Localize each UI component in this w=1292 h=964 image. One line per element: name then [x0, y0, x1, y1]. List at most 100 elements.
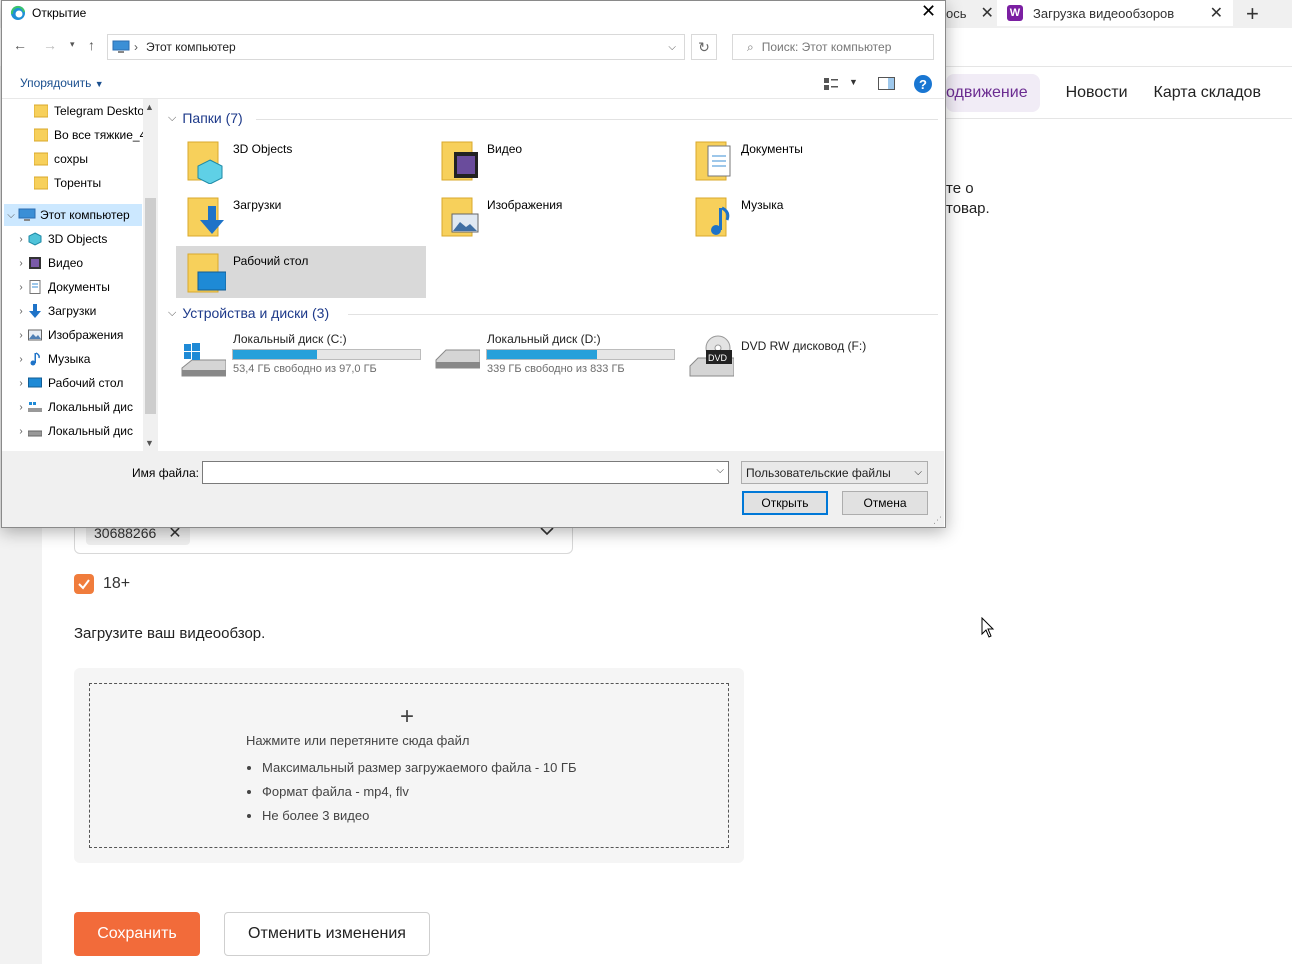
scroll-up-icon[interactable]: ▲ [145, 102, 154, 112]
chevron-down-icon: ⌵ [914, 467, 922, 478]
tree-item-label: Торенты [54, 176, 102, 190]
tree-item-breaking-bad[interactable]: Во все тяжкие_4 [34, 124, 158, 146]
up-arrow-icon[interactable]: ↑ [88, 37, 95, 53]
folder-music[interactable]: Музыка [694, 194, 783, 240]
music-icon [695, 197, 730, 237]
tab-label: ось [946, 5, 967, 21]
tree-item-label: сохры [54, 152, 88, 166]
dvd-drive-item[interactable]: DVD DVD RW дисковод (F:) [688, 332, 928, 380]
collapsed-chevron-icon[interactable]: › [14, 306, 28, 317]
tree-item-downloads[interactable]: › Загрузки [14, 300, 154, 322]
chevron-down-icon: ▼ [94, 79, 104, 89]
folder-desktop[interactable]: Рабочий стол [186, 250, 308, 296]
tree-item-video[interactable]: › Видео [14, 252, 154, 274]
tree-item-label: Локальный дис [48, 400, 133, 414]
group-title: Папки (7) [182, 110, 243, 126]
nav-item-promotion[interactable]: одвижение [946, 74, 1040, 112]
upload-rule: Максимальный размер загружаемого файла -… [262, 760, 577, 784]
folder-icon [34, 176, 48, 190]
address-bar[interactable]: › Этот компьютер ⌵ [107, 34, 685, 60]
dialog-title: Открытие [32, 6, 87, 20]
tree-item-this-pc[interactable]: ⌵ Этот компьютер [4, 204, 142, 226]
filename-dropdown-chevron-icon[interactable]: ⌵ [716, 465, 724, 476]
back-arrow-icon[interactable]: ← [13, 37, 27, 53]
drive-free-space: 53,4 ГБ свободно из 97,0 ГБ [233, 363, 377, 375]
tree-item-telegram[interactable]: Telegram Deskto [34, 100, 158, 122]
collapsed-chevron-icon[interactable]: › [14, 354, 28, 365]
search-input[interactable]: ⌕ Поиск: Этот компьютер [732, 34, 934, 60]
organize-label: Упорядочить [20, 76, 92, 90]
tree-item-torrents[interactable]: Торенты [34, 172, 158, 194]
expanded-chevron-icon[interactable]: ⌵ [4, 210, 18, 221]
open-button[interactable]: Открыть [742, 491, 828, 515]
desktop-icon [28, 377, 42, 388]
collapsed-chevron-icon[interactable]: › [14, 258, 28, 269]
tree-item-pictures[interactable]: › Изображения [14, 324, 154, 346]
cancel-button[interactable]: Отмена [842, 491, 928, 515]
collapsed-chevron-icon[interactable]: › [14, 234, 28, 245]
video-icon [441, 141, 478, 181]
checkmark-icon [78, 579, 90, 590]
tree-item-drive-d[interactable]: › Локальный дис [14, 420, 154, 442]
tab-close-icon[interactable]: ✕ [1210, 3, 1223, 23]
tab-close-icon[interactable]: ✕ [981, 3, 994, 23]
tree-item-3d-objects[interactable]: › 3D Objects [14, 228, 154, 250]
folder-3d-objects[interactable]: 3D Objects [186, 138, 292, 184]
tree-item-desktop[interactable]: › Рабочий стол [14, 372, 154, 394]
tree-item-saves[interactable]: сохры [34, 148, 158, 170]
new-tab-button[interactable]: + [1246, 1, 1259, 27]
view-options-icon[interactable] [823, 77, 839, 91]
filename-value [203, 464, 207, 478]
cancel-changes-button[interactable]: Отменить изменения [224, 912, 430, 956]
collapsed-chevron-icon[interactable]: › [14, 426, 28, 437]
item-label: 3D Objects [233, 142, 293, 156]
tab-previous[interactable]: ось ✕ [946, 0, 996, 26]
file-type-select[interactable]: Пользовательские файлы ⌵ [741, 461, 928, 484]
folder-downloads[interactable]: Загрузки [186, 194, 281, 240]
preview-pane-icon[interactable] [878, 77, 895, 90]
forward-arrow-icon[interactable]: → [43, 37, 57, 53]
scrollbar-thumb[interactable] [145, 198, 156, 414]
tree-item-documents[interactable]: › Документы [14, 276, 154, 298]
folder-pictures[interactable]: Изображения [440, 194, 562, 240]
address-dropdown-chevron-icon[interactable]: ⌵ [668, 42, 676, 53]
dvd-badge: DVD [708, 353, 728, 363]
adult-checkbox[interactable] [74, 574, 94, 594]
recent-locations-chevron-icon[interactable]: ▾ [70, 39, 75, 50]
scroll-down-icon[interactable]: ▼ [145, 438, 154, 448]
tree-item-drive-c[interactable]: › Локальный дис [14, 396, 154, 418]
item-label: Документы [741, 142, 803, 156]
folder-video[interactable]: Видео [440, 138, 522, 184]
drive-icon [28, 430, 42, 437]
nav-item-news[interactable]: Новости [1066, 84, 1128, 102]
edge-browser-icon [10, 5, 25, 20]
group-chevron-icon: ⌵ [168, 111, 177, 124]
collapsed-chevron-icon[interactable]: › [14, 378, 28, 389]
group-divider [256, 119, 938, 120]
organize-menu[interactable]: Упорядочить ▼ [20, 76, 104, 90]
resize-grip-icon[interactable]: ⋰ [933, 515, 942, 526]
tab-upload-videos[interactable]: W Загрузка видеообзоров ✕ [997, 0, 1233, 26]
folder-documents[interactable]: Документы [694, 138, 803, 184]
nav-item-warehouse-map[interactable]: Карта складов [1154, 84, 1261, 102]
drive-d-item[interactable]: Локальный диск (D:) 339 ГБ свободно из 8… [434, 332, 680, 380]
devices-group-header[interactable]: ⌵ Устройства и диски (3) [168, 305, 329, 321]
collapsed-chevron-icon[interactable]: › [14, 330, 28, 341]
dialog-close-button[interactable]: ✕ [921, 1, 936, 22]
tree-item-label: Telegram Deskto [54, 104, 145, 118]
adult-checkbox-label: 18+ [103, 575, 131, 592]
documents-icon [29, 280, 41, 294]
collapsed-chevron-icon[interactable]: › [14, 402, 28, 413]
collapsed-chevron-icon[interactable]: › [14, 282, 28, 293]
save-button[interactable]: Сохранить [74, 912, 200, 956]
folders-group-header[interactable]: ⌵ Папки (7) [168, 110, 243, 126]
pictures-icon [28, 329, 42, 341]
drive-c-item[interactable]: Локальный диск (C:) 53,4 ГБ свободно из … [180, 332, 426, 380]
help-icon[interactable]: ? [914, 75, 932, 93]
drive-usage-bar [486, 349, 675, 360]
filename-input[interactable]: ⌵ [202, 461, 729, 484]
view-options-chevron-icon[interactable]: ▼ [849, 77, 858, 87]
dialog-titlebar: Открытие [10, 4, 86, 22]
refresh-icon[interactable]: ↻ [691, 34, 717, 60]
tree-item-music[interactable]: › Музыка [14, 348, 154, 370]
